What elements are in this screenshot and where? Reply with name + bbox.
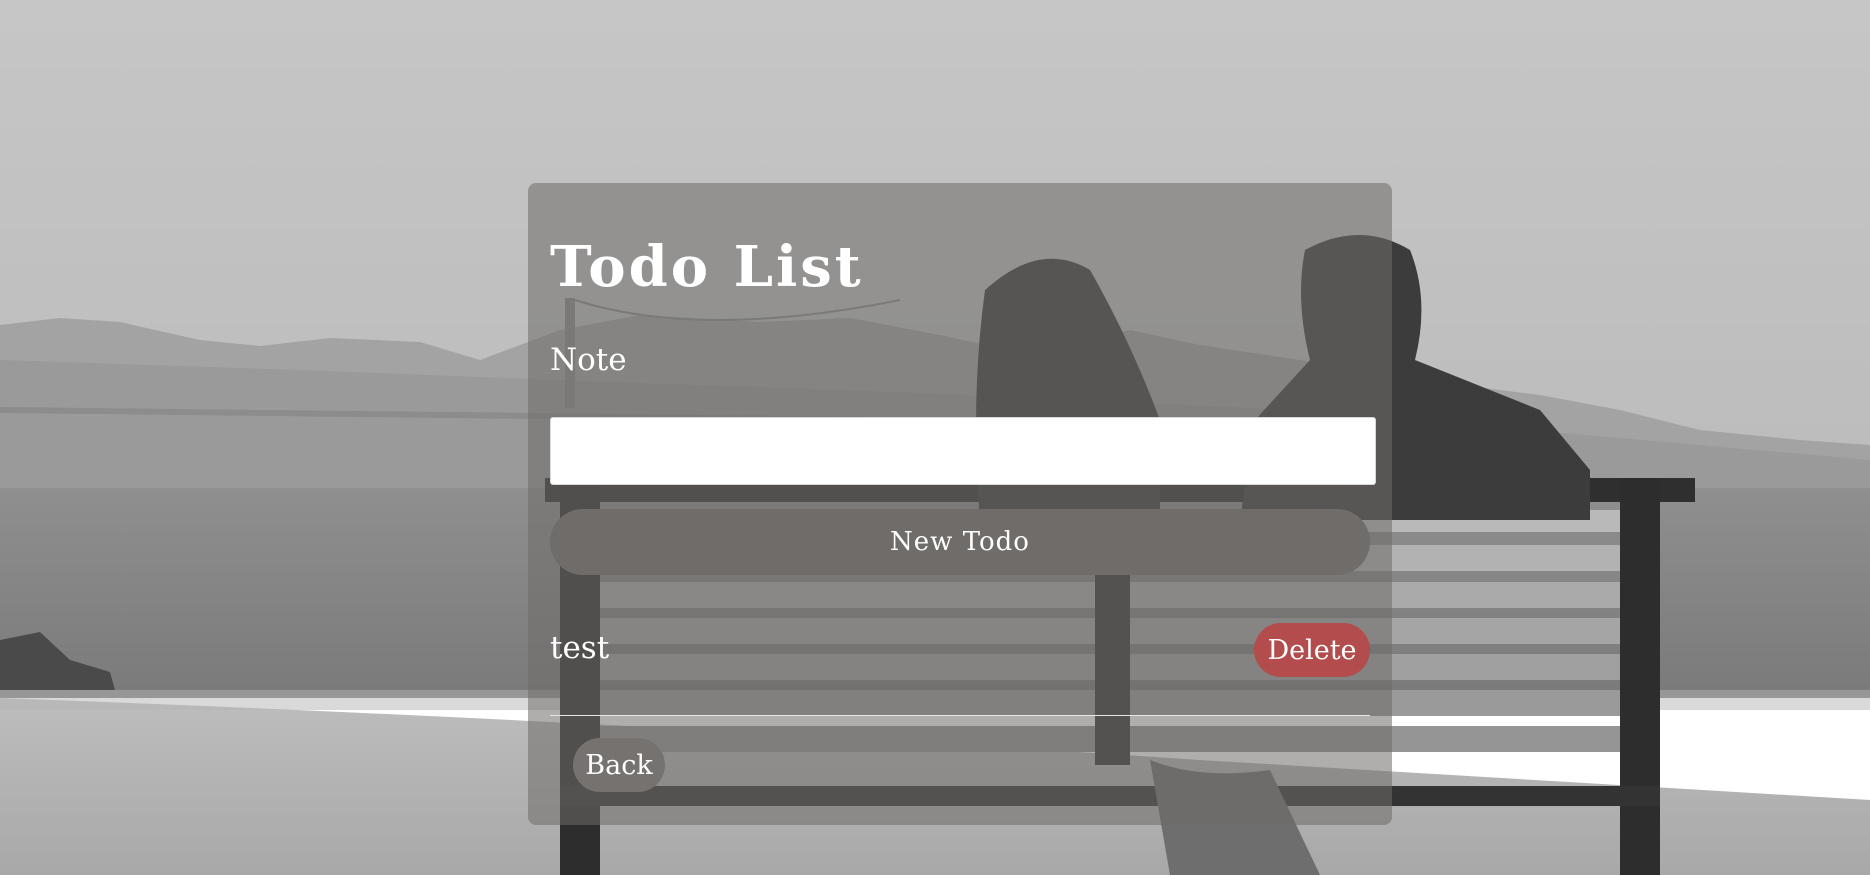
- note-label: Note: [550, 342, 627, 378]
- todo-item: test Delete: [550, 623, 1370, 723]
- back-button[interactable]: Back: [573, 738, 665, 792]
- new-todo-button[interactable]: New Todo: [550, 509, 1370, 575]
- note-input[interactable]: [550, 417, 1376, 485]
- page-title: Todo List: [550, 234, 864, 300]
- todo-item-text: test: [550, 630, 610, 666]
- todo-panel: Todo List Note New Todo test Delete Back: [528, 183, 1392, 825]
- divider: [550, 715, 1370, 716]
- delete-todo-button[interactable]: Delete: [1254, 623, 1370, 677]
